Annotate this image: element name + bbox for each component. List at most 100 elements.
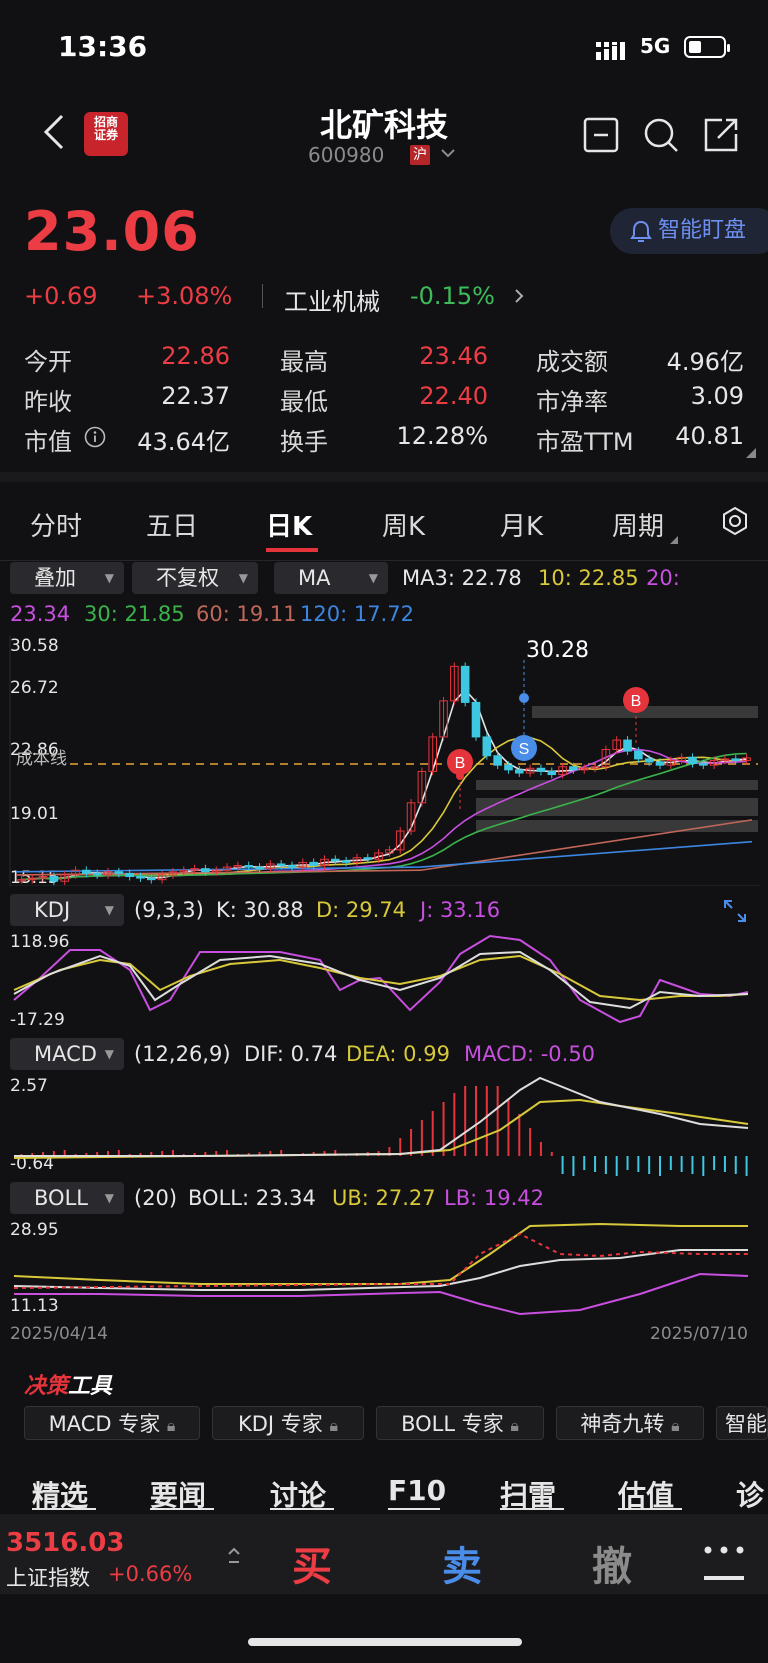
candle: [688, 756, 697, 765]
candle: [255, 866, 264, 870]
candle: [634, 750, 643, 760]
candle: [125, 872, 134, 878]
ma30-label: 30: 21.85: [84, 602, 185, 626]
candle: [536, 767, 546, 772]
stat-label: 最低: [280, 388, 328, 416]
stat-value: 23.46: [419, 342, 488, 370]
candle: [49, 876, 59, 882]
overlay-dropdown[interactable]: 叠加 ▼: [10, 562, 124, 594]
battery-icon: [684, 36, 730, 58]
macd-histogram-bar: [723, 1156, 726, 1172]
adjust-dropdown[interactable]: 不复权 ▼: [132, 562, 258, 594]
caret-down-icon: ▼: [104, 1047, 114, 1061]
sell-button[interactable]: 卖: [442, 1534, 482, 1592]
share-icon[interactable]: [702, 116, 740, 154]
boll-dropdown[interactable]: BOLL ▼: [10, 1182, 124, 1214]
tool-magic-nine[interactable]: 神奇九转 🔒︎: [556, 1406, 704, 1440]
boll-mid: BOLL: 23.34: [188, 1186, 316, 1210]
underline: [150, 1508, 214, 1510]
tab-diagnosis[interactable]: 诊: [736, 1474, 764, 1514]
candle: [341, 860, 351, 863]
chevron-right-icon[interactable]: [514, 288, 524, 304]
caret-down-icon: ▼: [104, 903, 114, 917]
expand-icon[interactable]: [722, 898, 748, 924]
price-change-pct: +3.08%: [136, 282, 233, 310]
search-icon[interactable]: [642, 116, 680, 154]
buy-marker: B: [447, 749, 473, 812]
tab-f10[interactable]: F10: [388, 1474, 446, 1507]
caret-down-icon: ▼: [238, 571, 248, 585]
macd-chart[interactable]: [0, 1070, 768, 1176]
macd-histogram-bar: [529, 1128, 532, 1156]
chevron-up-icon[interactable]: [226, 1546, 242, 1566]
overlay-label: 叠加: [34, 566, 76, 590]
stat-label: 最高: [280, 348, 328, 376]
stat-value: 12.28%: [396, 422, 488, 450]
exchange-badge: 沪: [410, 145, 430, 165]
sector-name[interactable]: 工业机械: [284, 282, 380, 317]
svg-text:B: B: [455, 755, 466, 772]
kline-chart[interactable]: B B S: [0, 636, 768, 886]
stat-value: 22.40: [419, 382, 488, 410]
minus-square-icon[interactable]: [582, 116, 620, 154]
kdj-dropdown[interactable]: KDJ ▼: [10, 894, 124, 926]
info-icon[interactable]: [84, 426, 106, 448]
candle: [547, 770, 557, 776]
tools-title-b: 工具: [68, 1374, 113, 1399]
index-name[interactable]: 上证指数: [6, 1562, 90, 1592]
boll-chart[interactable]: [0, 1214, 768, 1322]
status-time: 13:36: [58, 30, 148, 63]
macd-histogram-bar: [507, 1100, 510, 1156]
lock-icon: 🔒︎: [166, 1416, 176, 1435]
tab-monthly-k[interactable]: 月K: [500, 506, 543, 543]
settings-icon[interactable]: [720, 506, 750, 536]
candle: [201, 868, 210, 873]
tab-minute[interactable]: 分时: [30, 506, 82, 543]
divider: [0, 560, 768, 561]
kdj-j-line: [13, 934, 749, 1024]
cancel-order-button[interactable]: 撤: [592, 1534, 632, 1592]
stat-value: 3.09: [690, 382, 744, 410]
ma120-label: 120: 17.72: [300, 602, 414, 626]
home-indicator: [248, 1638, 522, 1646]
chevron-down-icon[interactable]: [440, 148, 456, 160]
chip-band: [476, 780, 758, 790]
tab-period[interactable]: 周期: [612, 506, 664, 543]
macd-dif: DIF: 0.74: [244, 1042, 338, 1066]
tool-boll-expert[interactable]: BOLL 专家 🔒︎: [376, 1406, 544, 1440]
boll-name: BOLL: [34, 1186, 88, 1210]
macd-histogram-bar: [626, 1156, 629, 1170]
candle: [731, 758, 741, 761]
tool-kdj-expert[interactable]: KDJ 专家 🔒︎: [212, 1406, 364, 1440]
tool-label: BOLL 专家: [401, 1412, 504, 1436]
macd-histogram-bar: [496, 1086, 499, 1156]
macd-dropdown[interactable]: MACD ▼: [10, 1038, 124, 1070]
expand-corner-icon[interactable]: [746, 448, 756, 458]
candle: [114, 871, 124, 874]
more-menu-icon[interactable]: [700, 1544, 748, 1584]
smart-watch-button[interactable]: 智能盯盘: [610, 208, 768, 254]
ma20-label: 20:: [646, 566, 680, 590]
candle: [147, 877, 156, 881]
stock-code[interactable]: 600980: [308, 143, 384, 167]
macd-histogram-bar: [691, 1156, 694, 1174]
tab-five-day[interactable]: 五日: [146, 506, 198, 543]
kdj-j: J: 33.16: [420, 898, 501, 922]
candle: [82, 869, 91, 874]
tab-weekly-k[interactable]: 周K: [382, 506, 425, 543]
indicator-dropdown[interactable]: MA ▼: [274, 562, 388, 594]
stat-value: 22.37: [161, 382, 230, 410]
adjust-label: 不复权: [156, 566, 219, 590]
tool-macd-expert[interactable]: MACD 专家 🔒︎: [24, 1406, 200, 1440]
svg-text:B: B: [631, 693, 642, 710]
macd-histogram-bar: [637, 1156, 640, 1172]
stat-value: 4.96亿: [666, 348, 744, 376]
buy-button[interactable]: 买: [292, 1534, 332, 1592]
index-value[interactable]: 3516.03: [6, 1528, 124, 1558]
date-start: 2025/04/14: [10, 1324, 108, 1344]
price-change: +0.69: [24, 282, 98, 310]
tool-smart[interactable]: 智能: [716, 1406, 768, 1440]
kdj-chart[interactable]: [0, 930, 768, 1030]
tab-daily-k[interactable]: 日K: [266, 506, 312, 543]
underline: [500, 1508, 564, 1510]
